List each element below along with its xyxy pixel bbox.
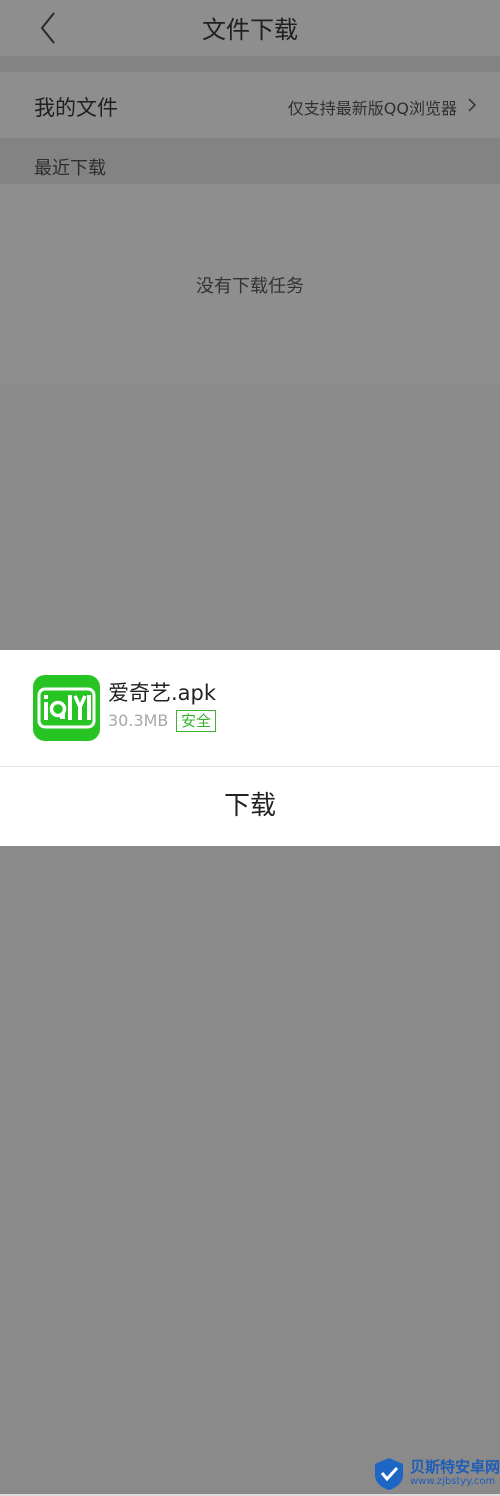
- chevron-right-icon: [468, 98, 477, 112]
- file-size: 30.3MB: [108, 711, 169, 730]
- header-bar: 文件下载: [0, 0, 500, 56]
- site-watermark: 贝斯特安卓网 www.zjbstyy.com: [368, 1452, 500, 1496]
- iqiyi-app-icon: [33, 675, 100, 741]
- page-title: 文件下载: [202, 16, 298, 44]
- download-button[interactable]: 下载: [0, 767, 500, 846]
- downloads-list-empty: 没有下载任务: [0, 184, 500, 384]
- my-files-row[interactable]: 我的文件 仅支持最新版QQ浏览器: [0, 72, 500, 138]
- download-bottom-sheet: 爱奇艺.apk 30.3MB 安全 下载 贝斯特安卓网 www.zjbstyy.…: [0, 650, 500, 1496]
- file-name: 爱奇艺.apk: [108, 681, 217, 705]
- my-files-hint: 仅支持最新版QQ浏览器: [287, 99, 457, 118]
- safe-badge: 安全: [176, 710, 217, 732]
- shield-logo-icon: [375, 1458, 403, 1490]
- recent-downloads-header: 最近下载: [0, 138, 500, 184]
- watermark-url: www.zjbstyy.com: [410, 1476, 496, 1487]
- empty-state-text: 没有下载任务: [196, 276, 304, 297]
- my-files-label: 我的文件: [34, 96, 118, 120]
- watermark-name: 贝斯特安卓网: [410, 1458, 500, 1476]
- recent-downloads-label: 最近下载: [34, 158, 106, 179]
- section-divider: [0, 56, 500, 72]
- iqiyi-logo-icon: [37, 687, 96, 729]
